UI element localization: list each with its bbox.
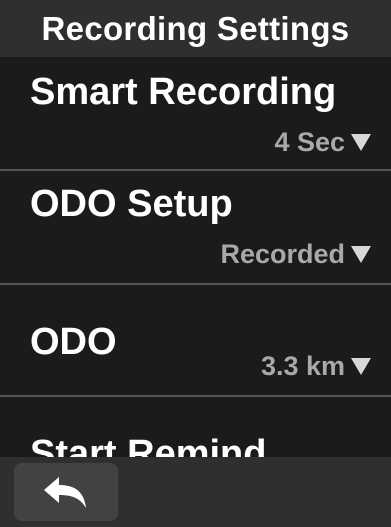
dropdown-caret-icon — [351, 246, 371, 263]
setting-odo-setup[interactable]: ODO Setup Recorded — [0, 171, 391, 283]
back-arrow-icon — [44, 477, 86, 508]
header-bar: Recording Settings — [0, 0, 391, 57]
setting-label: ODO Setup — [30, 183, 233, 225]
back-button[interactable] — [14, 463, 118, 521]
setting-odo[interactable]: ODO 3.3 km — [0, 285, 391, 397]
setting-label: Smart Recording — [30, 71, 337, 113]
dropdown-caret-icon — [351, 358, 371, 375]
dropdown-caret-icon — [351, 134, 371, 151]
setting-value: Recorded — [220, 239, 345, 269]
footer-bar — [0, 457, 391, 527]
setting-smart-recording[interactable]: Smart Recording 4 Sec — [0, 57, 391, 169]
setting-value-dropdown[interactable]: 4 Sec — [274, 127, 371, 158]
setting-value: 3.3 km — [260, 351, 345, 381]
setting-start-remind[interactable]: Start Remind — [0, 397, 391, 457]
page-title: Recording Settings — [41, 10, 350, 47]
setting-value-dropdown[interactable]: Recorded — [220, 239, 371, 270]
setting-value-dropdown[interactable]: 3.3 km — [261, 351, 371, 382]
setting-label: Start Remind — [30, 433, 267, 457]
settings-list[interactable]: Smart Recording 4 Sec ODO Setup Recorded… — [0, 57, 391, 457]
setting-label: ODO — [30, 321, 117, 363]
setting-value: 4 Sec — [274, 127, 345, 157]
